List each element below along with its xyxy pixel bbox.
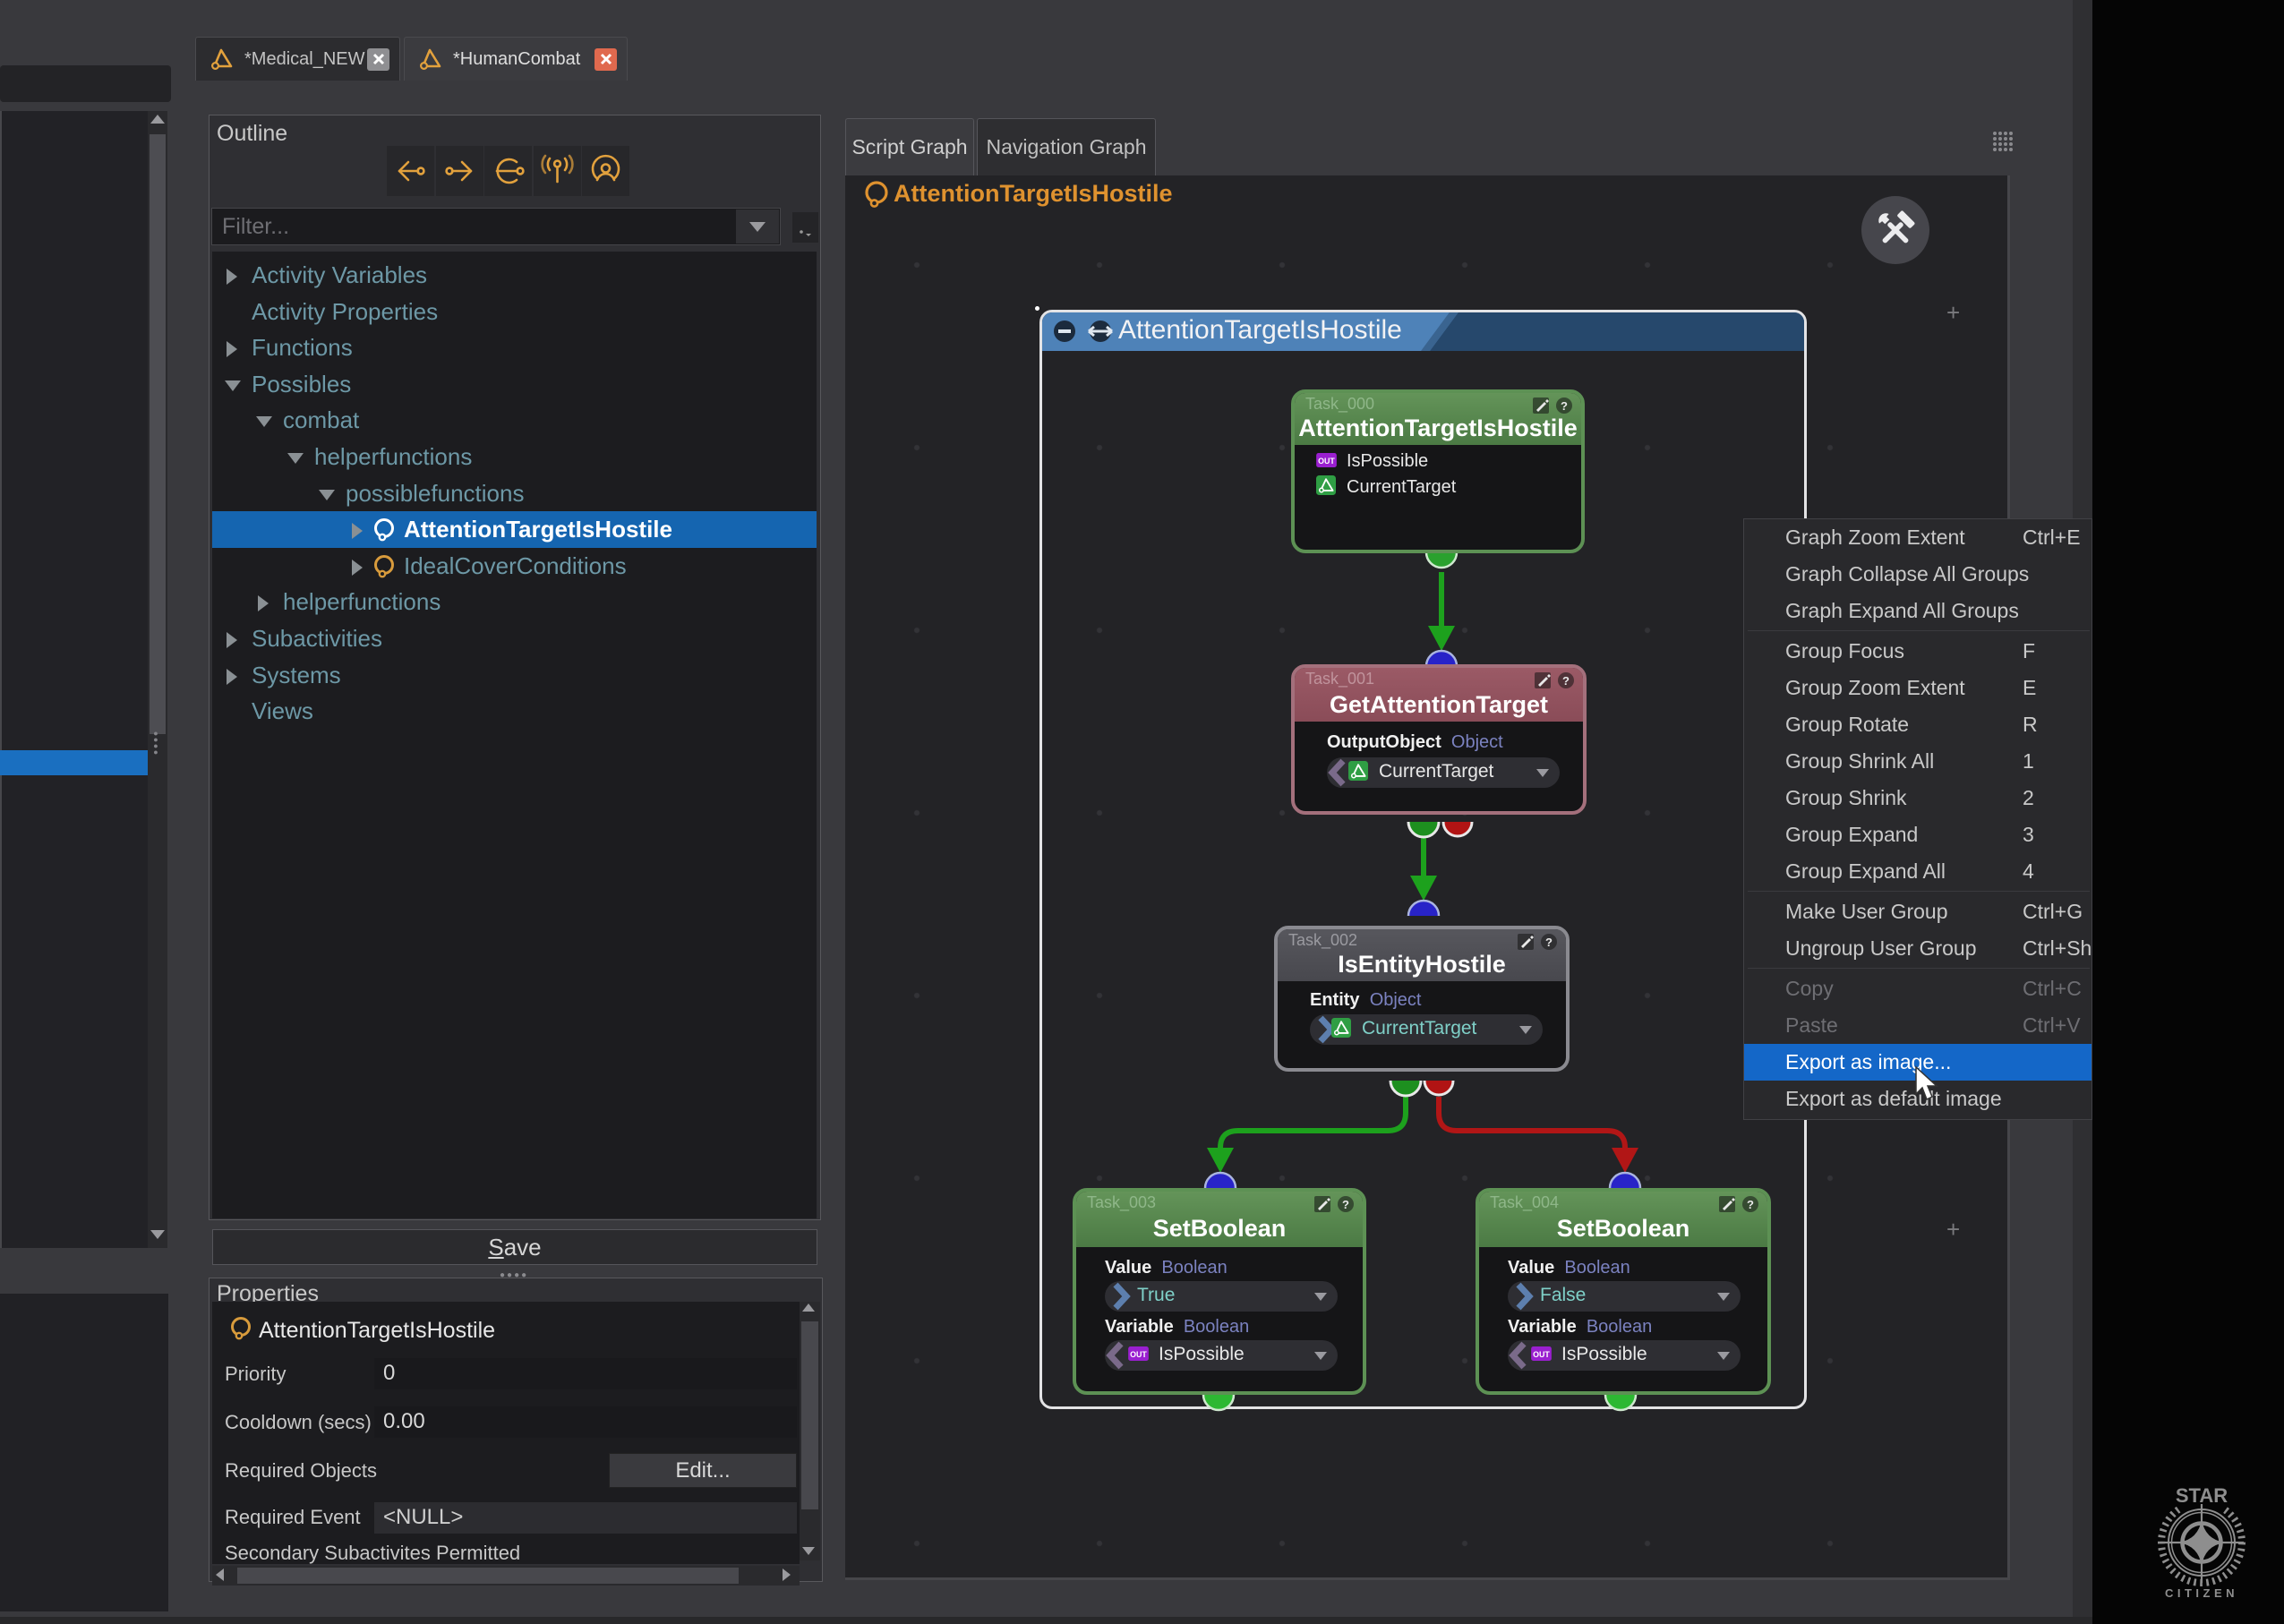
svg-text:OUT: OUT bbox=[1318, 457, 1335, 466]
svg-text:STAR: STAR bbox=[2176, 1484, 2228, 1507]
svg-text:?: ? bbox=[1561, 399, 1568, 413]
svg-text:?: ? bbox=[1342, 1198, 1349, 1211]
svg-text:?: ? bbox=[1545, 936, 1553, 949]
svg-text:OUT: OUT bbox=[1130, 1350, 1147, 1359]
svg-text:OUT: OUT bbox=[1533, 1350, 1550, 1359]
svg-text:CITIZEN: CITIZEN bbox=[2165, 1586, 2238, 1600]
svg-text:?: ? bbox=[1747, 1198, 1754, 1211]
svg-text:?: ? bbox=[1562, 674, 1570, 688]
